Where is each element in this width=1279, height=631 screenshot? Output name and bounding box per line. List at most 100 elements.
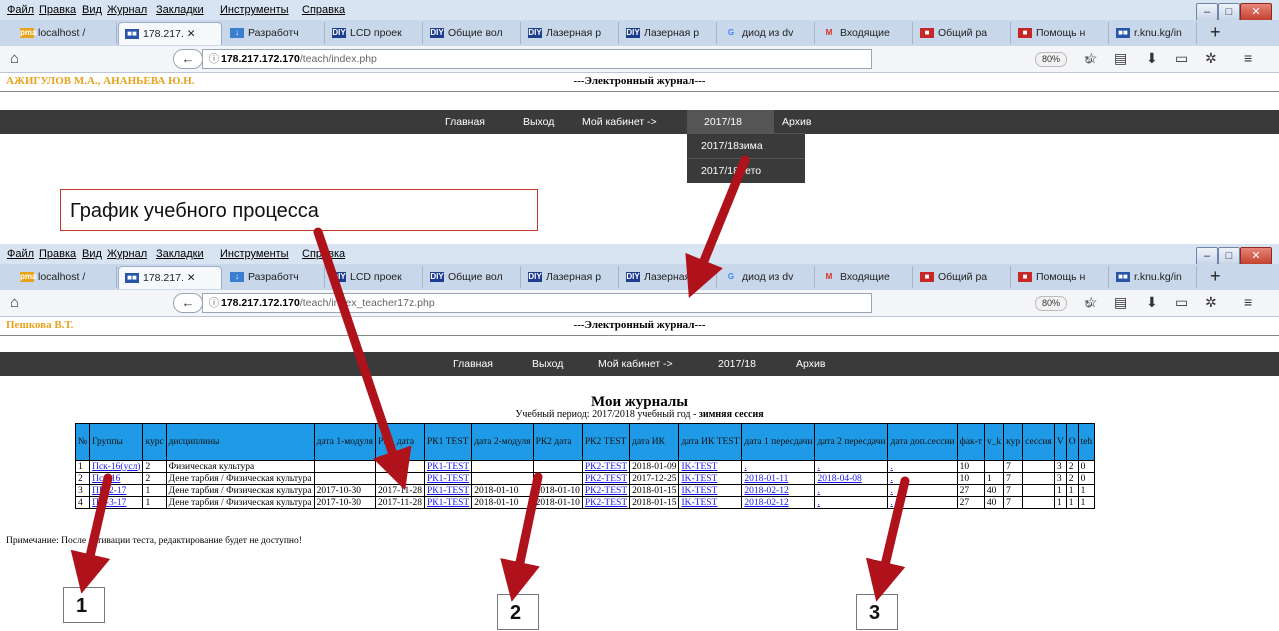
zoom-indicator[interactable]: 80% (1035, 52, 1067, 67)
nav-archive[interactable]: Архив (770, 110, 823, 134)
clipboard-icon[interactable]: ▤ (1114, 50, 1127, 67)
home-icon[interactable]: ⌂ (10, 50, 19, 67)
minimize-icon[interactable]: – (1196, 3, 1218, 21)
menu-bookmarks[interactable]: Закладки (156, 248, 204, 260)
sidebar-icon[interactable]: ▭ (1175, 294, 1188, 311)
menu-icon[interactable]: ≡ (1244, 294, 1252, 310)
test-link[interactable]: РК2-TEST (585, 462, 627, 472)
nav-logout[interactable]: Выход (520, 352, 575, 376)
tab-laser-1[interactable]: DIY Лазерная р (522, 266, 619, 288)
maximize-icon[interactable]: □ (1218, 247, 1240, 265)
test-link[interactable]: РК2-TEST (585, 498, 627, 508)
tab-gmail[interactable]: M Входящие (816, 22, 913, 44)
sidebar-icon[interactable]: ▭ (1175, 50, 1188, 67)
close-icon[interactable]: ✕ (1240, 3, 1272, 21)
test-link[interactable]: . (817, 462, 819, 472)
menu-view[interactable]: Вид (82, 248, 102, 260)
test-link[interactable]: 2018-02-12 (744, 498, 788, 508)
nav-archive[interactable]: Архив (784, 352, 837, 376)
group-link[interactable]: Пск-16(усл) (92, 462, 140, 472)
nav-year[interactable]: 2017/18 (687, 110, 774, 134)
new-tab-icon[interactable]: + (1210, 266, 1221, 286)
test-link[interactable]: 2018-01-11 (744, 474, 788, 484)
test-link[interactable]: . (890, 498, 892, 508)
home-icon[interactable]: ⌂ (10, 294, 19, 311)
test-link[interactable]: . (890, 486, 892, 496)
tab-journal-active[interactable]: ■■ 178.217. ✕ (118, 266, 222, 289)
tab-localhost[interactable]: pma localhost / (14, 266, 117, 288)
test-link[interactable]: РК1-TEST (427, 486, 469, 496)
tab-gmail[interactable]: M Входящие (816, 266, 913, 288)
star-icon[interactable]: ☆ (1085, 50, 1098, 67)
nav-home[interactable]: Главная (441, 352, 505, 376)
nav-cabinet[interactable]: Мой кабинет -> (586, 352, 685, 376)
menu-tools[interactable]: Инструменты (220, 4, 289, 16)
dropdown-summer[interactable]: 2017/18лето (687, 158, 805, 183)
menu-view[interactable]: Вид (82, 4, 102, 16)
menu-file[interactable]: Файл (7, 4, 34, 16)
test-link[interactable]: 2018-02-12 (744, 486, 788, 496)
tab-lcd[interactable]: DIY LCD проек (326, 266, 423, 288)
test-link[interactable]: РК1-TEST (427, 498, 469, 508)
extension-icon[interactable]: ✲ (1205, 294, 1217, 311)
tab-general[interactable]: DIY Общие вол (424, 22, 521, 44)
tab-common[interactable]: ■ Общий ра (914, 266, 1011, 288)
tab-general[interactable]: DIY Общие вол (424, 266, 521, 288)
tab-help[interactable]: ■ Помощь н (1012, 22, 1109, 44)
tab-dev[interactable]: ↓ Разработч (224, 22, 325, 44)
download-icon[interactable]: ⬇ (1146, 50, 1158, 67)
nav-year[interactable]: 2017/18 (706, 352, 768, 376)
tab-google[interactable]: Gдиод из dv (718, 266, 815, 288)
test-link[interactable]: РК1-TEST (427, 462, 469, 472)
back-arrow-icon[interactable]: ← (173, 293, 203, 313)
menu-edit[interactable]: Правка (39, 248, 76, 260)
group-link[interactable]: ПП-2-17 (92, 486, 126, 496)
test-link[interactable]: IK-TEST (681, 486, 717, 496)
test-link[interactable]: РК1-TEST (427, 474, 469, 484)
menu-icon[interactable]: ≡ (1244, 50, 1252, 66)
url-field[interactable]: ⓘ 178.217.172.170/teach/index_teacher17z.… (202, 293, 1093, 313)
group-link[interactable]: Пск-16 (92, 474, 120, 484)
dropdown-winter[interactable]: 2017/18зима (687, 133, 805, 158)
tab-common[interactable]: ■ Общий ра (914, 22, 1011, 44)
test-link[interactable]: . (890, 474, 892, 484)
menu-history[interactable]: Журнал (107, 248, 147, 260)
zoom-indicator[interactable]: 80% (1035, 296, 1067, 311)
test-link[interactable]: РК2-TEST (585, 486, 627, 496)
test-link[interactable]: . (817, 486, 819, 496)
tab-laser-1[interactable]: DIY Лазерная р (522, 22, 619, 44)
group-link[interactable]: ПП-3-17 (92, 498, 126, 508)
menu-edit[interactable]: Правка (39, 4, 76, 16)
test-link[interactable]: 2018-04-08 (817, 474, 861, 484)
test-link[interactable]: . (890, 462, 892, 472)
maximize-icon[interactable]: □ (1218, 3, 1240, 21)
tab-help[interactable]: ■ Помощь н (1012, 266, 1109, 288)
minimize-icon[interactable]: – (1196, 247, 1218, 265)
close-icon[interactable]: ✕ (1240, 247, 1272, 265)
nav-logout[interactable]: Выход (511, 110, 566, 134)
extension-icon[interactable]: ✲ (1205, 50, 1217, 67)
menu-history[interactable]: Журнал (107, 4, 147, 16)
menu-bookmarks[interactable]: Закладки (156, 4, 204, 16)
nav-cabinet[interactable]: Мой кабинет -> (570, 110, 669, 134)
test-link[interactable]: . (744, 462, 746, 472)
tab-knu[interactable]: ■■ r.knu.kg/in (1110, 22, 1197, 44)
test-link[interactable]: . (817, 498, 819, 508)
tab-dev[interactable]: ↓ Разработч (224, 266, 325, 288)
tab-laser-2[interactable]: DIY Лазерная р (620, 22, 717, 44)
menu-tools[interactable]: Инструменты (220, 248, 289, 260)
tab-google[interactable]: Gдиод из dv (718, 22, 815, 44)
new-tab-icon[interactable]: + (1210, 22, 1221, 42)
nav-home[interactable]: Главная (433, 110, 497, 134)
test-link[interactable]: IK-TEST (681, 474, 717, 484)
url-field[interactable]: ⓘ 178.217.172.170/teach/index.php 80% ↻ (202, 49, 1093, 69)
menu-help[interactable]: Справка (302, 4, 345, 16)
test-link[interactable]: IK-TEST (681, 462, 717, 472)
test-link[interactable]: РК2-TEST (585, 474, 627, 484)
star-icon[interactable]: ☆ (1085, 294, 1098, 311)
back-arrow-icon[interactable]: ← (173, 49, 203, 69)
tab-laser-2[interactable]: DIY Лазерная р (620, 266, 717, 288)
tab-journal-active[interactable]: ■■ 178.217. ✕ (118, 22, 222, 45)
tab-localhost[interactable]: pma localhost / (14, 22, 117, 44)
menu-file[interactable]: Файл (7, 248, 34, 260)
